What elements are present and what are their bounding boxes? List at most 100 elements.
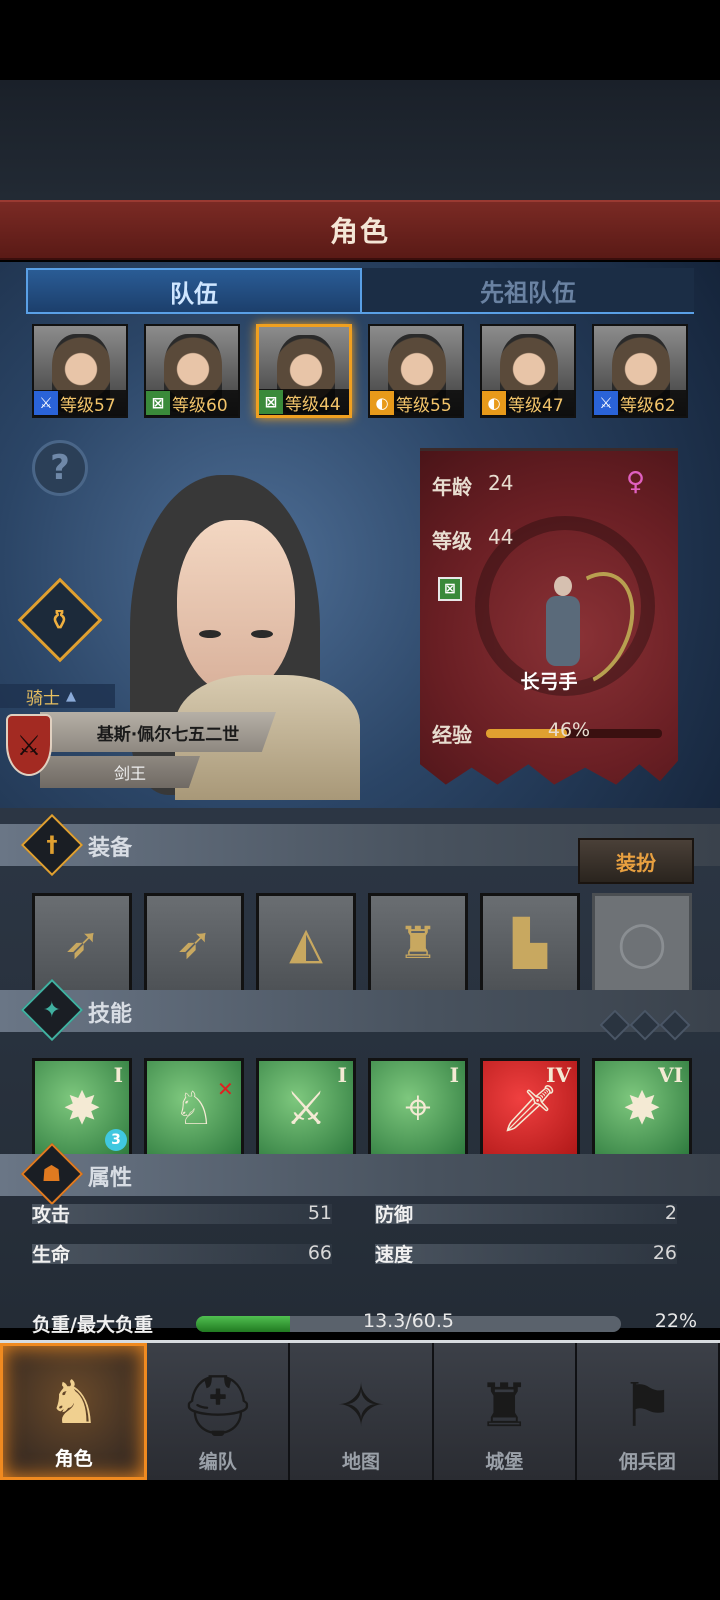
skill-charge-badge: 3 bbox=[105, 1129, 127, 1151]
skill-slots: ✸ I 3 ♘ ✕ ⚔ I ⌖ I 🗡 IV ✸ VI bbox=[32, 1058, 692, 1158]
speed-label: 速度 bbox=[375, 1243, 414, 1266]
skill-rank: I bbox=[337, 1063, 347, 1087]
load-value: 13.3/60.5 bbox=[362, 1310, 454, 1332]
hero-name: 基斯·佩尔七五二世 bbox=[40, 712, 276, 752]
knight-icon: ♞ bbox=[46, 1368, 101, 1438]
age-label: 年龄 bbox=[432, 475, 472, 499]
equipment-title: 装备 bbox=[88, 836, 133, 861]
nav-map[interactable]: ✧ 地图 bbox=[290, 1343, 434, 1480]
member-level: 等级47 bbox=[508, 395, 564, 416]
member-level: 等级57 bbox=[60, 395, 116, 416]
hero-title: 剑王 bbox=[40, 756, 200, 788]
hp-label: 生命 bbox=[32, 1243, 71, 1266]
roster-member[interactable]: ◐ 等级47 bbox=[480, 324, 576, 418]
nav-character[interactable]: ♞ 角色 bbox=[0, 1343, 148, 1480]
bow-icon: ⊠ bbox=[146, 391, 170, 415]
page-title: 角色 bbox=[329, 215, 390, 248]
roster-member[interactable]: ⚔ 等级62 bbox=[592, 324, 688, 418]
bow-icon: ⊠ bbox=[259, 390, 283, 414]
bow-sword-icon: ⚔ bbox=[285, 1081, 327, 1135]
speed-row: 速度 26 bbox=[375, 1238, 677, 1268]
longbow-icon: ➶ bbox=[175, 917, 213, 969]
equip-slot-ring[interactable]: ◯ bbox=[592, 893, 692, 993]
speed-value: 26 bbox=[652, 1242, 677, 1264]
title-bar: 角色 bbox=[0, 200, 720, 260]
sword-shield-icon: ⚔ bbox=[6, 714, 52, 776]
sword-icon: ⚔ bbox=[594, 391, 618, 415]
attack-value: 51 bbox=[307, 1202, 332, 1224]
skill-rank: IV bbox=[546, 1063, 571, 1087]
cross-icon: ✕ bbox=[217, 1077, 234, 1101]
question-icon: ? bbox=[50, 448, 70, 488]
attack-label: 攻击 bbox=[32, 1203, 71, 1226]
skill-rank: I bbox=[113, 1063, 123, 1087]
burst-icon: ✸ bbox=[622, 1081, 662, 1135]
potion-icon: ⚱ bbox=[48, 603, 72, 637]
member-level: 等级62 bbox=[620, 395, 676, 416]
exp-percent: 46% bbox=[547, 719, 591, 741]
crosshair-icon: ⌖ bbox=[405, 1080, 431, 1134]
diamond-icon bbox=[629, 1009, 661, 1041]
burst-sword-icon: ✸ bbox=[62, 1081, 102, 1135]
equip-slot-offhand[interactable]: ➶ bbox=[144, 893, 244, 993]
mercenary-icon: ⚑ bbox=[620, 1371, 675, 1441]
longbow-icon: ➶ bbox=[63, 917, 101, 969]
skill-slot[interactable]: ♘ ✕ bbox=[144, 1058, 244, 1158]
skills-title: 技能 bbox=[88, 1002, 133, 1027]
member-level: 等级60 bbox=[172, 395, 228, 416]
roster-member[interactable]: ◐ 等级55 bbox=[368, 324, 464, 418]
sword-icon: 🗡 bbox=[500, 1080, 560, 1135]
ring-icon: ◯ bbox=[617, 917, 667, 969]
roster-member[interactable]: ⊠ 等级60 bbox=[144, 324, 240, 418]
hp-value: 66 bbox=[307, 1242, 332, 1264]
nav-formation[interactable]: ⛑ 编队 bbox=[147, 1343, 291, 1480]
shield-icon: ◐ bbox=[482, 391, 506, 415]
equipment-slots: ➶ ➶ ◭ ♜ ▙ ◯ bbox=[32, 893, 692, 993]
help-button[interactable]: ? bbox=[32, 440, 88, 496]
rank-up-icon: ▲ bbox=[66, 688, 76, 704]
equip-slot-weapon[interactable]: ➶ bbox=[32, 893, 132, 993]
dress-button[interactable]: 装扮 bbox=[578, 838, 694, 884]
skill-slot[interactable]: ⌖ I bbox=[368, 1058, 468, 1158]
roster-member[interactable]: ⚔ 等级57 bbox=[32, 324, 128, 418]
nav-castle[interactable]: ♜ 城堡 bbox=[433, 1343, 577, 1480]
bow-icon: ⊠ bbox=[438, 577, 462, 601]
compass-icon: ✧ bbox=[335, 1371, 387, 1441]
equip-slot-body[interactable]: ♜ bbox=[368, 893, 468, 993]
roster-member-selected[interactable]: ⊠ 等级44 bbox=[256, 324, 352, 418]
tab-ancestor-team[interactable]: 先祖队伍 bbox=[362, 268, 694, 314]
top-band bbox=[0, 80, 720, 200]
boots-icon: ▙ bbox=[513, 917, 547, 969]
load-row: 负重/最大负重 13.3/60.5 22% bbox=[32, 1308, 697, 1338]
skill-slot[interactable]: 🗡 IV bbox=[480, 1058, 580, 1158]
skill-points bbox=[599, 1009, 691, 1041]
age-value: 24 bbox=[488, 471, 514, 495]
skill-rank: I bbox=[449, 1063, 459, 1087]
nav-mercenary[interactable]: ⚑ 佣兵团 bbox=[576, 1343, 720, 1480]
skill-slot[interactable]: ✸ I 3 bbox=[32, 1058, 132, 1158]
hp-row: 生命 66 bbox=[32, 1238, 332, 1268]
defense-label: 防御 bbox=[375, 1203, 414, 1226]
skill-slot[interactable]: ⚔ I bbox=[256, 1058, 356, 1158]
female-icon: ♀ bbox=[626, 467, 646, 497]
hero-rank-label: 骑士 bbox=[26, 688, 60, 709]
helmet-icon: ⛑ bbox=[179, 1371, 256, 1441]
equip-slot-head[interactable]: ◭ bbox=[256, 893, 356, 993]
member-level: 等级44 bbox=[285, 394, 341, 415]
crippled-beast-icon: ♘ bbox=[173, 1081, 215, 1135]
sword-icon: ⚔ bbox=[34, 391, 58, 415]
defense-row: 防御 2 bbox=[375, 1198, 677, 1228]
leather-armor-icon: ♜ bbox=[398, 917, 438, 969]
bottom-nav: ♞ 角色 ⛑ 编队 ✧ 地图 ♜ 城堡 ⚑ 佣兵团 bbox=[0, 1340, 720, 1480]
info-banner: 年龄 24 ♀ 等级 44 ⊠ 长弓手 经验 46% bbox=[420, 448, 678, 785]
level-label: 等级 bbox=[432, 529, 472, 553]
roster: ⚔ 等级57 ⊠ 等级60 ⊠ 等级44 ◐ 等级55 ◐ 等级47 ⚔ 等级6… bbox=[32, 324, 688, 418]
skill-slot[interactable]: ✸ VI bbox=[592, 1058, 692, 1158]
diamond-icon bbox=[659, 1009, 691, 1041]
attack-row: 攻击 51 bbox=[32, 1198, 332, 1228]
castle-icon: ♜ bbox=[477, 1371, 532, 1441]
attributes-title: 属性 bbox=[88, 1166, 133, 1191]
tab-team[interactable]: 队伍 bbox=[26, 268, 362, 314]
equip-slot-feet[interactable]: ▙ bbox=[480, 893, 580, 993]
hero-rank: 骑士 ▲ bbox=[0, 684, 115, 709]
